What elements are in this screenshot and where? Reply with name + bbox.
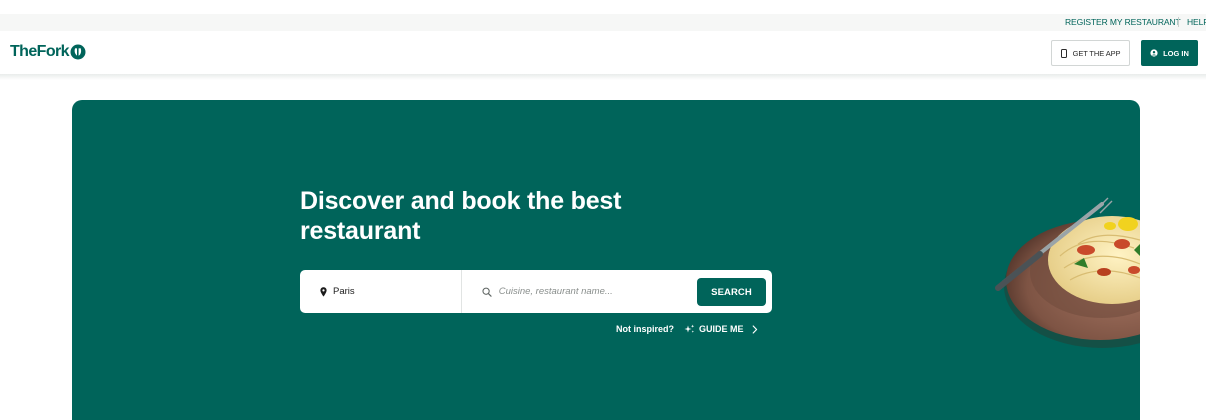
logo-text: TheFork xyxy=(10,43,70,60)
sparkle-icon xyxy=(684,324,695,333)
guide-me-label: GUIDE ME xyxy=(699,324,744,334)
chevron-right-icon xyxy=(752,324,757,334)
help-link[interactable]: HELP xyxy=(1187,17,1206,27)
pasta-plate-image xyxy=(995,197,1140,348)
logo[interactable]: TheFork xyxy=(10,43,86,61)
search-button[interactable]: SEARCH xyxy=(697,278,766,306)
register-restaurant-link[interactable]: REGISTER MY RESTAURANT xyxy=(1065,17,1181,27)
search-icon xyxy=(482,287,492,297)
location-field[interactable]: Paris xyxy=(300,270,462,313)
login-label: LOG IN xyxy=(1163,48,1189,58)
search-input[interactable] xyxy=(498,286,693,297)
hero-title: Discover and book the best restaurant xyxy=(300,187,622,245)
search-bar: Paris SEARCH xyxy=(300,270,772,313)
not-inspired-text: Not inspired? xyxy=(616,324,674,334)
utility-bar: REGISTER MY RESTAURANT HELP xyxy=(0,14,1206,31)
get-the-app-button[interactable]: GET THE APP xyxy=(1051,40,1130,66)
site-header: TheFork GET THE APP LOG IN xyxy=(0,31,1206,75)
location-value: Paris xyxy=(333,286,355,297)
hero-banner: Discover and book the best restaurant Pa… xyxy=(72,100,1140,420)
phone-icon xyxy=(1060,48,1067,58)
utility-divider xyxy=(1178,17,1179,27)
get-the-app-label: GET THE APP xyxy=(1072,48,1121,58)
guide-me-link[interactable]: GUIDE ME xyxy=(684,324,758,334)
header-shadow xyxy=(0,74,1206,80)
location-pin-icon xyxy=(320,286,327,297)
user-icon xyxy=(1150,49,1158,57)
fork-logo-icon xyxy=(70,44,86,60)
inspire-row: Not inspired? GUIDE ME xyxy=(616,322,758,336)
login-button[interactable]: LOG IN xyxy=(1141,40,1198,66)
query-field[interactable] xyxy=(463,270,693,313)
